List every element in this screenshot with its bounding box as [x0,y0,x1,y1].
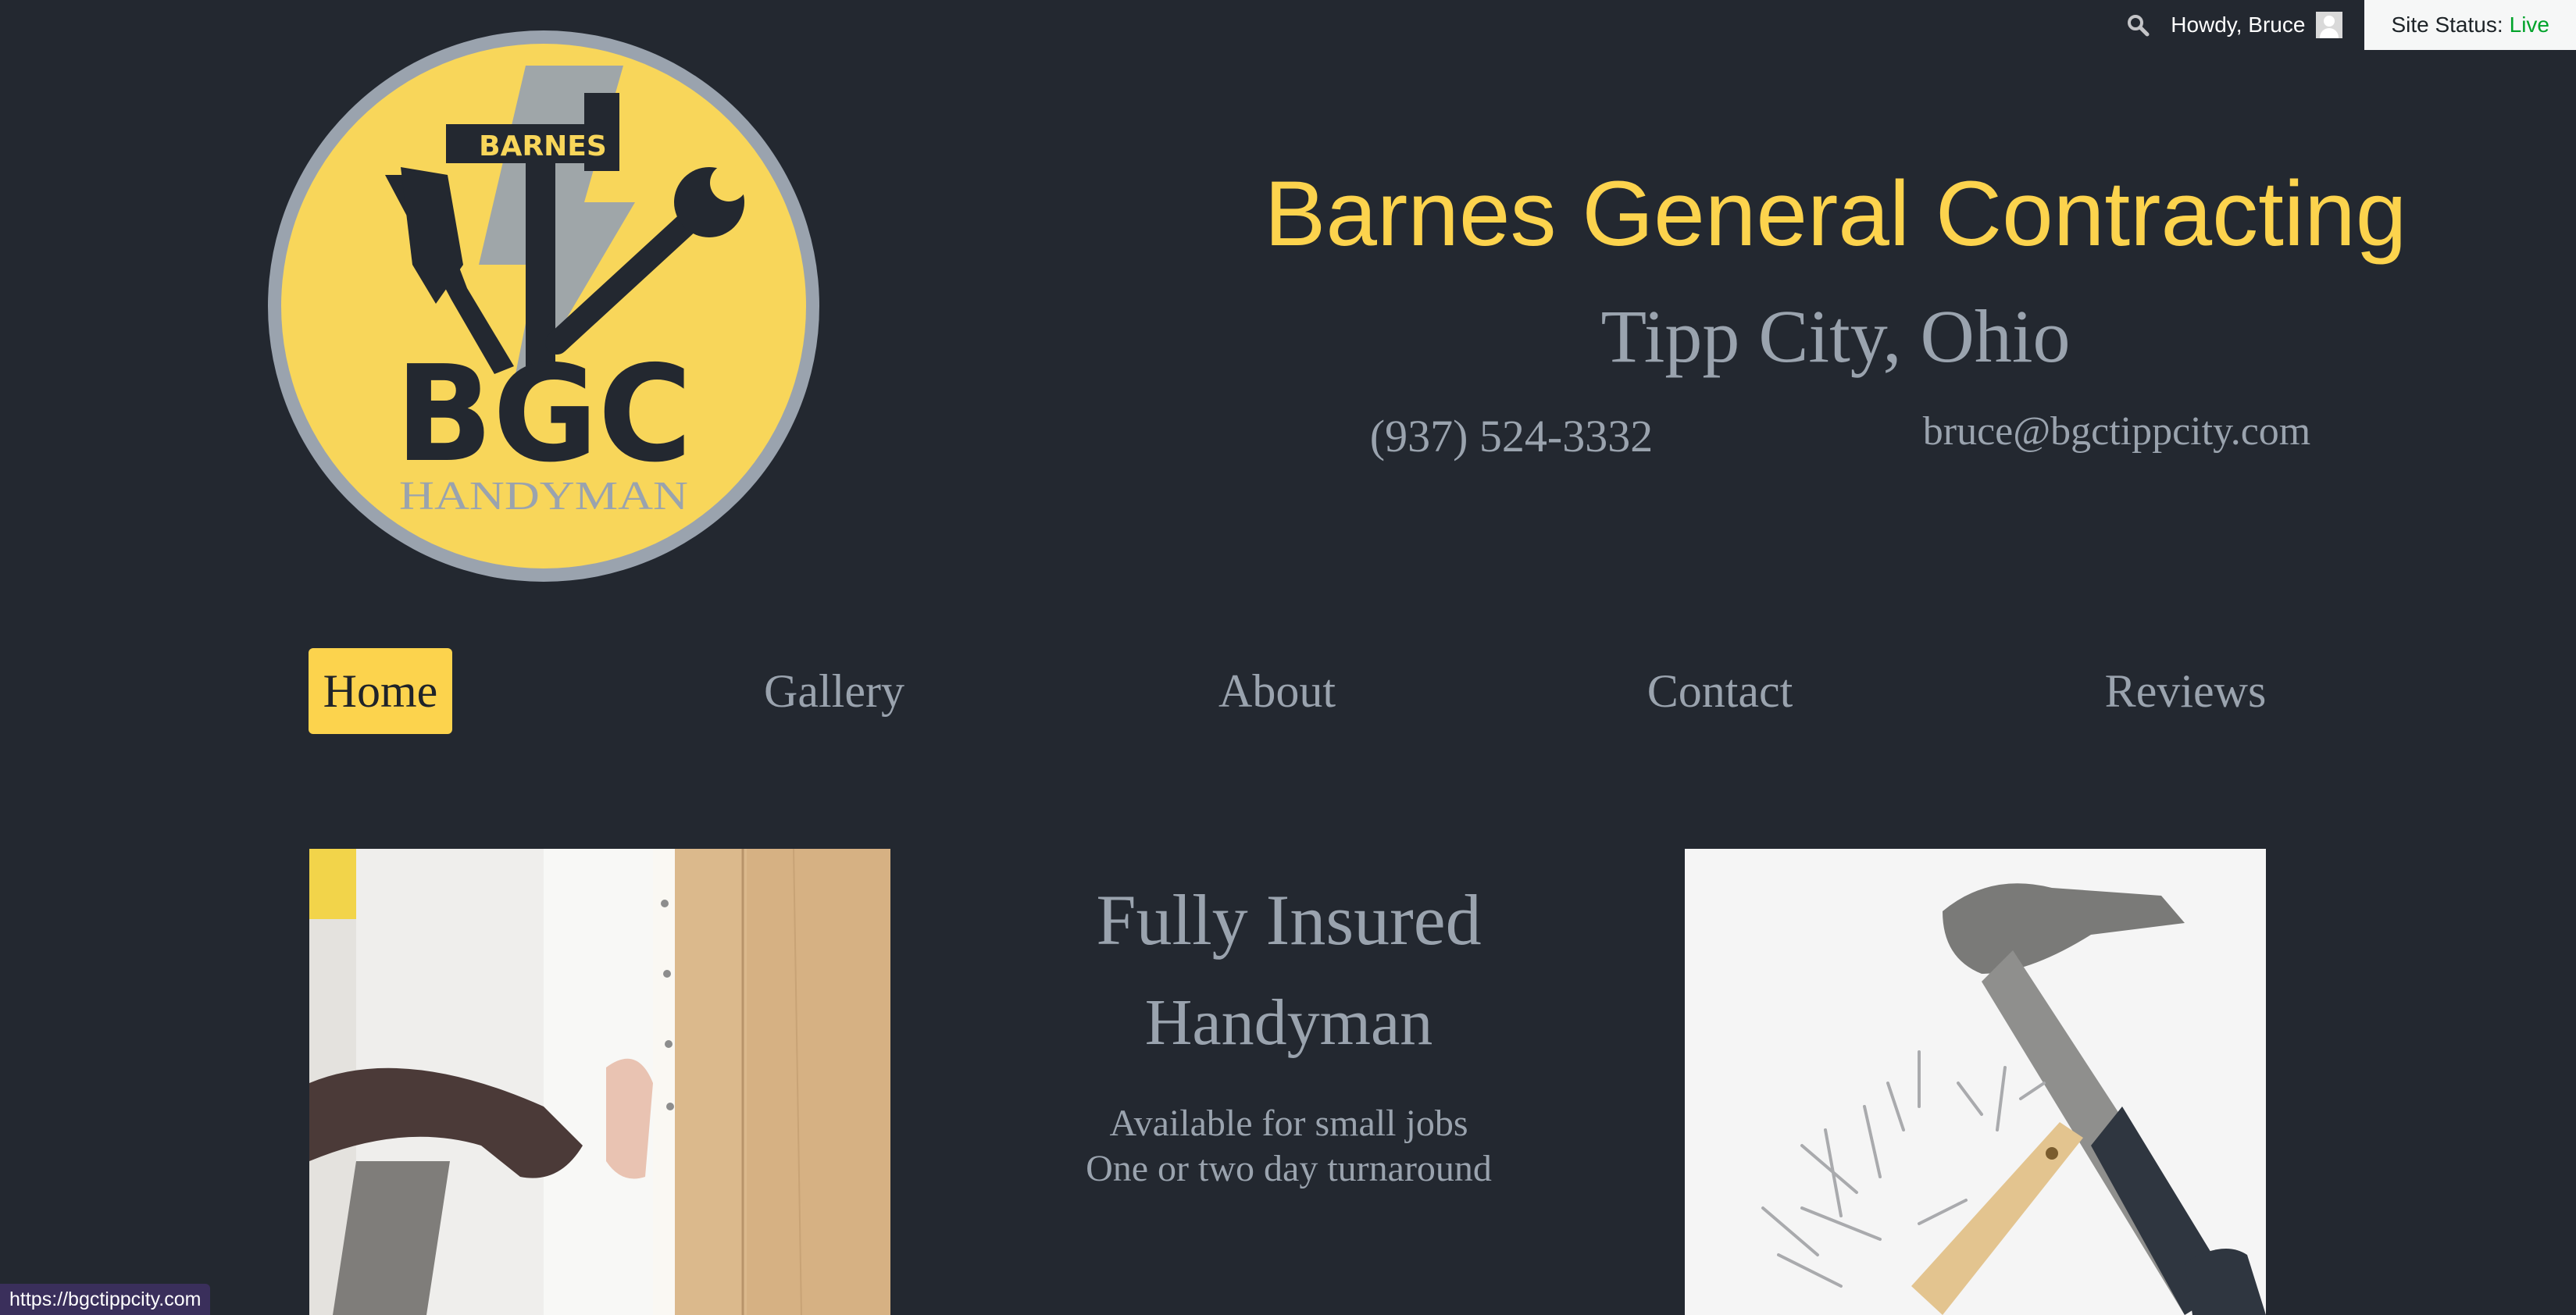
link-status-url: https://bgctippcity.com [0,1284,211,1315]
admin-account-menu[interactable]: Howdy, Bruce [2171,12,2343,38]
nav-item-gallery[interactable]: Gallery [734,648,934,734]
admin-bar: Howdy, Bruce Site Status: Live [2124,0,2576,50]
site-logo[interactable]: BARNES BGC HANDYMAN [268,30,819,582]
nav-item-home[interactable]: Home [309,648,452,734]
hero-heading: Fully Insured [1096,880,1482,960]
hammer-photo-left [309,849,890,1315]
nav-item-contact[interactable]: Contact [1621,648,1819,734]
user-avatar-icon [2316,12,2343,38]
email-link[interactable]: bruce@bgctippcity.com [1890,408,2343,454]
site-subtitle: Tipp City, Ohio [1600,294,2071,378]
nav-item-reviews[interactable]: Reviews [2078,648,2293,734]
admin-greeting: Howdy, Bruce [2171,12,2306,37]
site-status-button[interactable]: Site Status: Live [2364,0,2576,50]
logo-main-text: BGC [395,337,692,492]
hammer-photo-right [1685,849,2266,1315]
phone-link[interactable]: (937) 524-3332 [1328,410,1695,462]
site-title: Barnes General Contracting [1264,162,2407,265]
hero-subheading: Handyman [1144,986,1433,1059]
hero-line-small-jobs: Available for small jobs [1109,1103,1468,1144]
nav-item-about[interactable]: About [1187,648,1367,734]
logo-top-text: BARNES [479,130,607,162]
site-status-value: Live [2509,12,2549,37]
search-icon[interactable] [2124,11,2152,39]
hero-line-turnaround: One or two day turnaround [1086,1148,1492,1189]
logo-bottom-text: HANDYMAN [399,474,688,519]
site-status-label: Site Status: [2391,12,2503,37]
